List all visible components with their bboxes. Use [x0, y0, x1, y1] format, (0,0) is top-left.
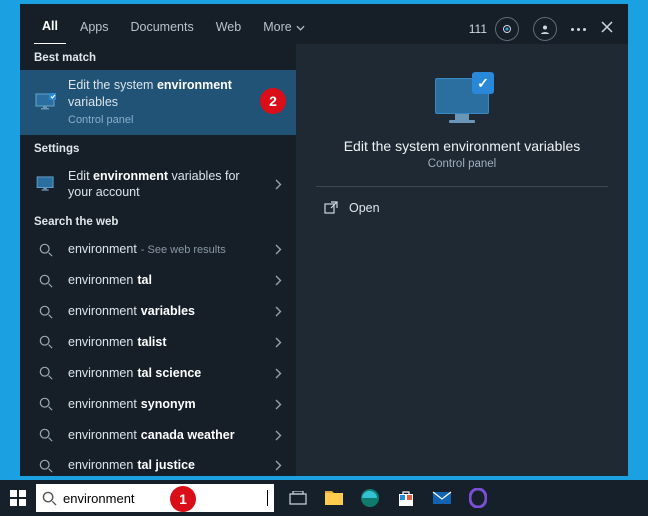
result-title: environment variables: [68, 303, 265, 320]
result-web-item[interactable]: environmental justice: [20, 450, 296, 476]
annotation-callout-1: 1: [170, 486, 196, 512]
open-icon: [324, 201, 339, 215]
result-web-item[interactable]: environment - See web results: [20, 234, 296, 265]
result-title: environmental: [68, 272, 265, 289]
search-icon: [34, 274, 58, 288]
chevron-right-icon: [275, 368, 282, 379]
result-title: environment - See web results: [68, 241, 265, 258]
result-title: environment synonym: [68, 396, 265, 413]
section-settings: Settings: [20, 135, 296, 161]
open-action[interactable]: Open: [324, 195, 380, 221]
search-icon: [42, 491, 57, 506]
section-best-match: Best match: [20, 44, 296, 70]
tab-apps[interactable]: Apps: [72, 14, 117, 44]
taskbar: [0, 480, 648, 516]
monitor-icon: [34, 93, 58, 111]
result-web-item[interactable]: environmentalist: [20, 327, 296, 358]
result-title: environmentalist: [68, 334, 265, 351]
result-title: environmental science: [68, 365, 265, 382]
chevron-right-icon: [275, 179, 282, 190]
result-web-item[interactable]: environmental science: [20, 358, 296, 389]
chevron-right-icon: [275, 460, 282, 471]
search-results-panel: All Apps Documents Web More 111 Best mat…: [20, 4, 628, 476]
chevron-right-icon: [275, 430, 282, 441]
tab-more[interactable]: More: [255, 14, 312, 44]
chevron-right-icon: [275, 337, 282, 348]
tabs-row: All Apps Documents Web More 111: [20, 4, 628, 44]
file-explorer-icon[interactable]: [320, 484, 348, 512]
mail-icon[interactable]: [428, 484, 456, 512]
rewards-count: 111: [469, 22, 487, 36]
result-settings-item[interactable]: Edit environment variables for your acco…: [20, 161, 296, 209]
rewards-icon[interactable]: [495, 17, 519, 41]
preview-pane: ✓ Edit the system environment variables …: [296, 44, 628, 476]
close-button[interactable]: [600, 20, 614, 39]
search-icon: [34, 305, 58, 319]
search-icon: [34, 366, 58, 380]
result-web-item[interactable]: environment canada weather: [20, 420, 296, 451]
section-web: Search the web: [20, 208, 296, 234]
search-icon: [34, 459, 58, 473]
result-title: environment canada weather: [68, 427, 265, 444]
edge-icon[interactable]: [356, 484, 384, 512]
taskbar-search-box[interactable]: [36, 484, 274, 512]
text-cursor: [267, 490, 268, 506]
search-input[interactable]: [63, 491, 261, 506]
result-web-item[interactable]: environment variables: [20, 296, 296, 327]
result-web-item[interactable]: environmental: [20, 265, 296, 296]
start-button[interactable]: [0, 480, 36, 516]
chevron-right-icon: [275, 275, 282, 286]
chevron-right-icon: [275, 244, 282, 255]
results-list: Best match Edit the system environment v…: [20, 44, 296, 476]
result-title: environmental justice: [68, 457, 265, 474]
search-icon: [34, 397, 58, 411]
search-icon: [34, 335, 58, 349]
search-icon: [34, 243, 58, 257]
chevron-right-icon: [275, 306, 282, 317]
search-icon: [34, 428, 58, 442]
store-icon[interactable]: [392, 484, 420, 512]
windows-logo-icon: [10, 490, 26, 506]
preview-title: Edit the system environment variables: [344, 138, 581, 154]
result-subtitle: Control panel: [68, 113, 282, 128]
result-web-item[interactable]: environment synonym: [20, 389, 296, 420]
more-options-icon[interactable]: [571, 28, 586, 31]
result-title: Edit environment variables for your acco…: [68, 168, 265, 202]
result-title: Edit the system environment variables: [68, 77, 282, 111]
annotation-callout-2: 2: [260, 88, 286, 114]
preview-subtitle: Control panel: [428, 158, 496, 170]
chevron-down-icon: [296, 25, 305, 31]
tab-all[interactable]: All: [34, 13, 66, 45]
office-icon[interactable]: [464, 484, 492, 512]
preview-monitor-icon: ✓: [430, 72, 494, 124]
monitor-icon: [34, 176, 58, 192]
tab-web[interactable]: Web: [208, 14, 249, 44]
task-view-icon[interactable]: [284, 484, 312, 512]
account-icon[interactable]: [533, 17, 557, 41]
result-best-match[interactable]: Edit the system environment variables Co…: [20, 70, 296, 135]
tab-documents[interactable]: Documents: [122, 14, 201, 44]
chevron-right-icon: [275, 399, 282, 410]
checkmark-icon: ✓: [472, 72, 494, 94]
